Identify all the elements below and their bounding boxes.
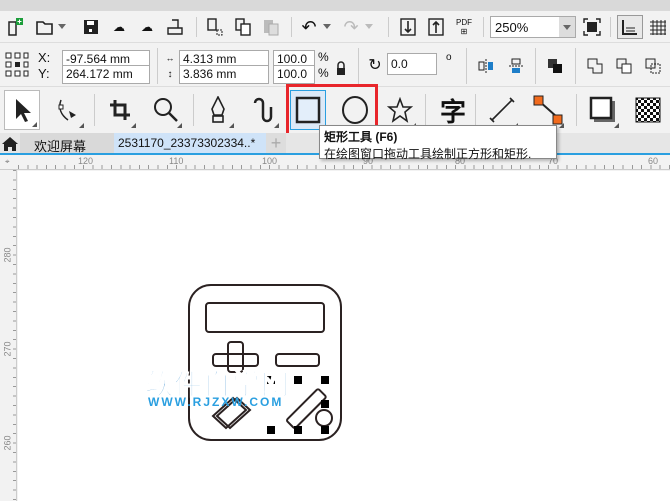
import-cloud-icon[interactable]: ☁: [108, 16, 130, 38]
show-rulers-icon[interactable]: [617, 15, 643, 39]
separator: [196, 17, 197, 37]
export-cloud-icon[interactable]: ☁: [136, 16, 158, 38]
reference-point-icon[interactable]: [4, 51, 30, 79]
ruler-tick-label: 270: [2, 341, 13, 357]
x-label: X:: [38, 50, 51, 65]
tab-label: 欢迎屏幕: [34, 139, 87, 154]
zoom-tool[interactable]: [148, 90, 184, 130]
ruler-tick-label: 260: [2, 435, 13, 451]
publish-pdf-button[interactable]: PDF ⊞: [453, 16, 475, 38]
new-document-icon[interactable]: [5, 16, 27, 38]
drawing-canvas[interactable]: 软件自学网 WWW.RJZXW.COM: [18, 171, 670, 501]
separator: [475, 94, 476, 126]
rotation-icon: ↻: [368, 57, 382, 74]
separator: [483, 17, 484, 37]
zoom-level-select[interactable]: 250%: [490, 16, 576, 38]
import-icon[interactable]: [397, 16, 419, 38]
chevron-down-icon[interactable]: [57, 21, 67, 31]
standard-toolbar: ☁ ☁ ↶ ↷ PDF ⊞ 250%: [0, 11, 670, 43]
lock-ratio-icon[interactable]: [335, 60, 347, 76]
pen-tool[interactable]: [200, 90, 236, 130]
dimension-tool[interactable]: [484, 90, 520, 130]
tooltip: 矩形工具 (F6) 在绘图窗口拖动工具绘制正方形和矩形.: [319, 125, 557, 161]
tab-welcome-screen[interactable]: 欢迎屏幕: [20, 133, 114, 154]
export-icon[interactable]: [425, 16, 447, 38]
ruler-ticks: [18, 165, 670, 169]
home-icon[interactable]: [0, 133, 20, 155]
undo-dropdown-icon[interactable]: [322, 21, 332, 31]
open-folder-icon[interactable]: [34, 16, 56, 38]
paste-icon[interactable]: [260, 16, 282, 38]
connector-tool[interactable]: [530, 90, 566, 130]
tab-label: 2531170_23373302334..*: [118, 136, 256, 150]
chevron-down-icon[interactable]: [559, 17, 575, 37]
y-position-input[interactable]: 264.172 mm: [62, 65, 150, 84]
ruler-tick-label: 280: [2, 247, 13, 263]
separator: [466, 48, 467, 84]
ellipse-tool[interactable]: [337, 90, 373, 130]
tooltip-title: 矩形工具 (F6): [324, 130, 398, 144]
ruler-ticks: [13, 170, 16, 501]
watermark-url: WWW.RJZXW.COM: [148, 395, 284, 409]
separator: [291, 17, 292, 37]
title-strip: [0, 0, 670, 11]
tooltip-description: 在绘图窗口拖动工具绘制正方形和矩形.: [324, 147, 532, 161]
separator: [157, 48, 158, 84]
height-icon: ↕: [167, 68, 173, 80]
cut-icon[interactable]: [204, 16, 226, 38]
separator: [358, 48, 359, 84]
print-icon[interactable]: [164, 16, 186, 38]
calculator-drawing[interactable]: [18, 171, 670, 501]
intersect-icon[interactable]: [643, 56, 663, 76]
degree-symbol: o: [446, 52, 452, 63]
separator: [576, 94, 577, 126]
add-tab-icon[interactable]: +: [266, 133, 286, 153]
save-icon[interactable]: [80, 16, 102, 38]
mirror-vertical-icon[interactable]: [506, 56, 526, 76]
separator: [610, 17, 611, 37]
percent-label: %: [318, 50, 329, 64]
scale-height-input[interactable]: 100.0: [273, 65, 315, 84]
ruler-corner-icon[interactable]: ⌖: [5, 157, 10, 167]
tab-document[interactable]: 2531170_23373302334..*: [114, 133, 266, 153]
height-input[interactable]: 3.836 mm: [179, 65, 269, 84]
separator: [575, 48, 576, 84]
text-tool[interactable]: 字: [435, 90, 471, 130]
separator: [193, 94, 194, 126]
weld-icon[interactable]: [585, 56, 605, 76]
redo-dropdown-icon[interactable]: [364, 21, 374, 31]
separator: [425, 94, 426, 126]
property-bar: X: Y: -97.564 mm 264.172 mm ↔ ↕ 4.313 mm…: [0, 44, 670, 87]
copy-icon[interactable]: [232, 16, 254, 38]
pick-tool[interactable]: [4, 90, 40, 130]
separator: [535, 48, 536, 84]
pdf-label: PDF: [456, 18, 472, 27]
y-label: Y:: [38, 66, 50, 81]
transparency-tool[interactable]: [630, 90, 666, 130]
polygon-tool[interactable]: [382, 90, 418, 130]
crop-tool[interactable]: [102, 90, 138, 130]
separator: [388, 17, 389, 37]
combine-icon[interactable]: [545, 56, 565, 76]
zoom-level-value: 250%: [495, 20, 529, 35]
artistic-media-tool[interactable]: [245, 90, 281, 130]
percent-label: %: [318, 66, 329, 80]
shape-tool[interactable]: [50, 90, 86, 130]
show-grid-icon[interactable]: [647, 16, 669, 38]
rotation-angle-input[interactable]: 0.0: [387, 53, 437, 75]
trim-icon[interactable]: [614, 56, 634, 76]
vertical-ruler[interactable]: 280 270 260: [0, 170, 17, 501]
undo-icon[interactable]: ↶: [298, 16, 320, 38]
redo-icon[interactable]: ↷: [340, 16, 362, 38]
mirror-horizontal-icon[interactable]: [476, 56, 496, 76]
full-screen-icon[interactable]: [581, 16, 603, 38]
width-icon: ↔: [165, 53, 175, 63]
drop-shadow-tool[interactable]: [585, 90, 621, 130]
separator: [94, 94, 95, 126]
